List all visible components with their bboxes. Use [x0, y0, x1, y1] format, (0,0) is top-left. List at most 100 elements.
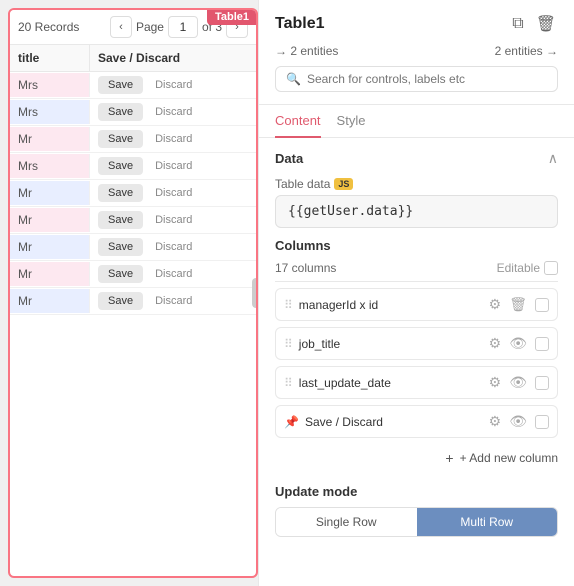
cell-name: Mr: [10, 181, 90, 205]
table-label: Table1: [207, 9, 257, 25]
eye-button[interactable]: 👁: [507, 413, 529, 430]
mode-single-row[interactable]: Single Row: [276, 508, 417, 536]
cell-actions: Save Discard: [90, 288, 256, 314]
save-button[interactable]: Save: [98, 184, 143, 202]
title-row: Table1 ⧉ 🗑: [275, 12, 558, 36]
column-item: ⠿ job_title ⚙👁: [275, 327, 558, 360]
cell-actions: Save Discard: [90, 234, 256, 260]
discard-button[interactable]: Discard: [147, 211, 200, 229]
save-button[interactable]: Save: [98, 76, 143, 94]
column-item: 📌 Save / Discard ⚙👁: [275, 405, 558, 438]
col-checkbox[interactable]: [535, 298, 549, 312]
gear-button[interactable]: ⚙: [487, 296, 504, 313]
cell-actions: Save Discard: [90, 72, 256, 98]
table-data-value[interactable]: {{getUser.data}}: [275, 195, 558, 228]
add-column-label: + Add new column: [460, 451, 558, 465]
copy-button[interactable]: ⧉: [510, 12, 525, 36]
drag-icon: ⠿: [284, 376, 293, 390]
drag-icon: ⠿: [284, 298, 293, 312]
tab-content[interactable]: Content: [275, 105, 321, 138]
column-name: managerId x id: [299, 298, 481, 312]
table-body: Mrs Save Discard Mrs Save Discard Mr Sav…: [10, 72, 256, 315]
save-button[interactable]: Save: [98, 211, 143, 229]
table-data-label: Table data JS: [275, 177, 558, 191]
save-button[interactable]: Save: [98, 103, 143, 121]
search-bar: 🔍: [275, 66, 558, 92]
mode-multi-row[interactable]: Multi Row: [417, 508, 558, 536]
right-body: Data ∧ Table data JS {{getUser.data}} Co…: [259, 138, 574, 586]
table-row: Mr Save Discard: [10, 288, 256, 315]
eye-button[interactable]: 👁: [507, 335, 529, 352]
collapse-data-button[interactable]: ∧: [548, 150, 558, 167]
cell-actions: Save Discard: [90, 261, 256, 287]
editable-checkbox[interactable]: [544, 261, 558, 275]
tab-style[interactable]: Style: [337, 105, 366, 138]
entity-left: → 2 entities: [275, 44, 338, 58]
table-row: Mrs Save Discard: [10, 99, 256, 126]
table-row: Mr Save Discard: [10, 234, 256, 261]
trash-button[interactable]: 🗑: [507, 296, 529, 313]
data-section-title: Data ∧: [275, 150, 558, 167]
cell-actions: Save Discard: [90, 99, 256, 125]
columns-label: Columns: [275, 238, 331, 253]
save-button[interactable]: Save: [98, 238, 143, 256]
column-items-container: ⠿ managerId x id ⚙🗑 ⠿ job_title ⚙👁 ⠿ las…: [275, 288, 558, 438]
cell-actions: Save Discard: [90, 180, 256, 206]
cell-name: Mrs: [10, 73, 90, 97]
search-icon: 🔍: [286, 72, 301, 86]
page-label: Page: [136, 20, 164, 34]
discard-button[interactable]: Discard: [147, 184, 200, 202]
discard-button[interactable]: Discard: [147, 238, 200, 256]
discard-button[interactable]: Discard: [147, 265, 200, 283]
pin-icon: 📌: [284, 415, 299, 429]
table-row: Mr Save Discard: [10, 126, 256, 153]
table-panel: Table1 20 Records ‹ Page of 3 › title Sa…: [8, 8, 258, 578]
columns-divider: [275, 281, 558, 282]
save-button[interactable]: Save: [98, 292, 143, 310]
save-button[interactable]: Save: [98, 157, 143, 175]
add-column-icon: +: [445, 450, 453, 466]
col-checkbox[interactable]: [535, 376, 549, 390]
col-checkbox[interactable]: [535, 415, 549, 429]
column-name: Save / Discard: [305, 415, 481, 429]
discard-button[interactable]: Discard: [147, 292, 200, 310]
drag-icon: ⠿: [284, 337, 293, 351]
right-header: Table1 ⧉ 🗑 → 2 entities 2 entities → 🔍: [259, 0, 574, 105]
columns-section-header: Columns: [275, 238, 558, 253]
cell-actions: Save Discard: [90, 207, 256, 233]
cell-name: Mrs: [10, 100, 90, 124]
update-mode-section: Update mode Single Row Multi Row: [275, 484, 558, 537]
prev-page-button[interactable]: ‹: [110, 16, 132, 38]
search-input[interactable]: [307, 72, 547, 86]
discard-button[interactable]: Discard: [147, 130, 200, 148]
cell-actions: Save Discard: [90, 126, 256, 152]
page-input[interactable]: [168, 16, 198, 38]
eye-button[interactable]: 👁: [507, 374, 529, 391]
gear-button[interactable]: ⚙: [487, 335, 504, 352]
table-row: Mr Save Discard: [10, 180, 256, 207]
cell-name: Mr: [10, 208, 90, 232]
resize-handle[interactable]: [252, 278, 258, 308]
col-action-group: ⚙🗑: [487, 296, 529, 313]
delete-button[interactable]: 🗑: [534, 12, 558, 36]
column-item: ⠿ last_update_date ⚙👁: [275, 366, 558, 399]
save-button[interactable]: Save: [98, 130, 143, 148]
save-button[interactable]: Save: [98, 265, 143, 283]
col-action-group: ⚙👁: [487, 413, 529, 430]
mode-toggle: Single Row Multi Row: [275, 507, 558, 537]
cell-name: Mr: [10, 127, 90, 151]
table-data-field: Table data JS {{getUser.data}}: [275, 177, 558, 228]
table-row: Mrs Save Discard: [10, 153, 256, 180]
columns-count: 17 columns: [275, 261, 336, 275]
gear-button[interactable]: ⚙: [487, 413, 504, 430]
right-panel: Table1 ⧉ 🗑 → 2 entities 2 entities → 🔍 C…: [258, 0, 574, 586]
add-column-row[interactable]: + + Add new column: [275, 444, 558, 472]
discard-button[interactable]: Discard: [147, 76, 200, 94]
discard-button[interactable]: Discard: [147, 157, 200, 175]
editable-label: Editable: [497, 261, 558, 275]
column-name: last_update_date: [299, 376, 481, 390]
discard-button[interactable]: Discard: [147, 103, 200, 121]
col-checkbox[interactable]: [535, 337, 549, 351]
table-row: Mr Save Discard: [10, 207, 256, 234]
gear-button[interactable]: ⚙: [487, 374, 504, 391]
